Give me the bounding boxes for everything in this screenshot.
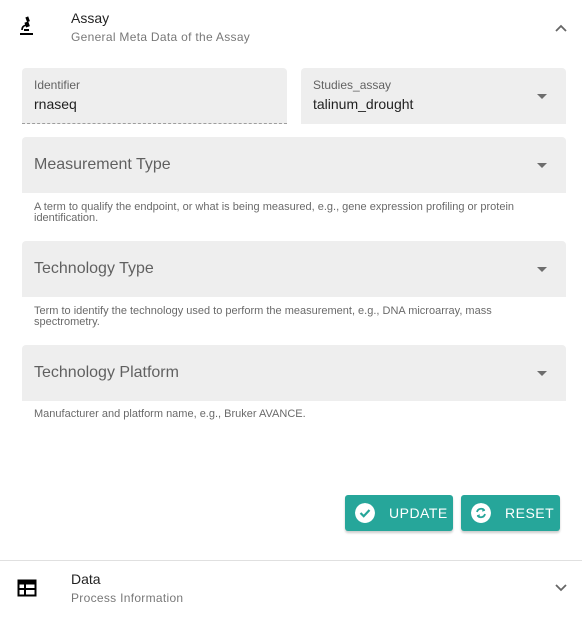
technology-type-hint: Term to identify the technology used to … bbox=[34, 305, 492, 328]
studies-assay-select[interactable]: Studies_assay talinum_drought bbox=[301, 68, 566, 124]
studies-assay-value: talinum_drought bbox=[313, 96, 414, 112]
chevron-up-icon[interactable] bbox=[553, 20, 569, 36]
identifier-value[interactable]: rnaseq bbox=[34, 96, 77, 112]
measurement-type-select[interactable]: Measurement Type bbox=[22, 137, 566, 193]
dropdown-arrow-icon[interactable] bbox=[537, 371, 547, 376]
reset-button-label: RESET bbox=[505, 505, 555, 521]
technology-platform-hint: Manufacturer and platform name, e.g., Br… bbox=[34, 408, 306, 420]
dropdown-arrow-icon[interactable] bbox=[537, 94, 547, 99]
technology-platform-placeholder: Technology Platform bbox=[34, 364, 179, 381]
refresh-icon bbox=[471, 503, 491, 523]
data-panel-header[interactable]: Data Process Information bbox=[0, 560, 582, 620]
reset-button[interactable]: RESET bbox=[461, 495, 560, 531]
technology-type-placeholder: Technology Type bbox=[34, 260, 154, 277]
measurement-type-placeholder: Measurement Type bbox=[34, 156, 171, 173]
chevron-down-icon[interactable] bbox=[553, 580, 569, 596]
microscope-icon bbox=[20, 16, 33, 35]
identifier-label: Identifier bbox=[34, 78, 81, 92]
measurement-type-hint: A term to qualify the endpoint, or what … bbox=[34, 201, 515, 224]
update-button-label: UPDATE bbox=[389, 505, 448, 521]
assay-panel-title: Assay bbox=[71, 10, 110, 26]
assay-panel-subtitle: General Meta Data of the Assay bbox=[71, 30, 251, 44]
studies-assay-label: Studies_assay bbox=[313, 78, 392, 92]
check-circle-icon bbox=[355, 503, 375, 523]
dropdown-arrow-icon[interactable] bbox=[537, 163, 547, 168]
dropdown-arrow-icon[interactable] bbox=[537, 267, 547, 272]
assay-panel-header[interactable]: Assay General Meta Data of the Assay bbox=[0, 0, 582, 60]
technology-platform-select[interactable]: Technology Platform bbox=[22, 345, 566, 401]
update-button[interactable]: UPDATE bbox=[345, 495, 453, 531]
identifier-field[interactable]: Identifier rnaseq bbox=[22, 68, 287, 124]
data-panel-title: Data bbox=[71, 571, 101, 587]
technology-type-select[interactable]: Technology Type bbox=[22, 241, 566, 297]
table-icon bbox=[17, 579, 37, 597]
data-panel-subtitle: Process Information bbox=[71, 591, 184, 605]
